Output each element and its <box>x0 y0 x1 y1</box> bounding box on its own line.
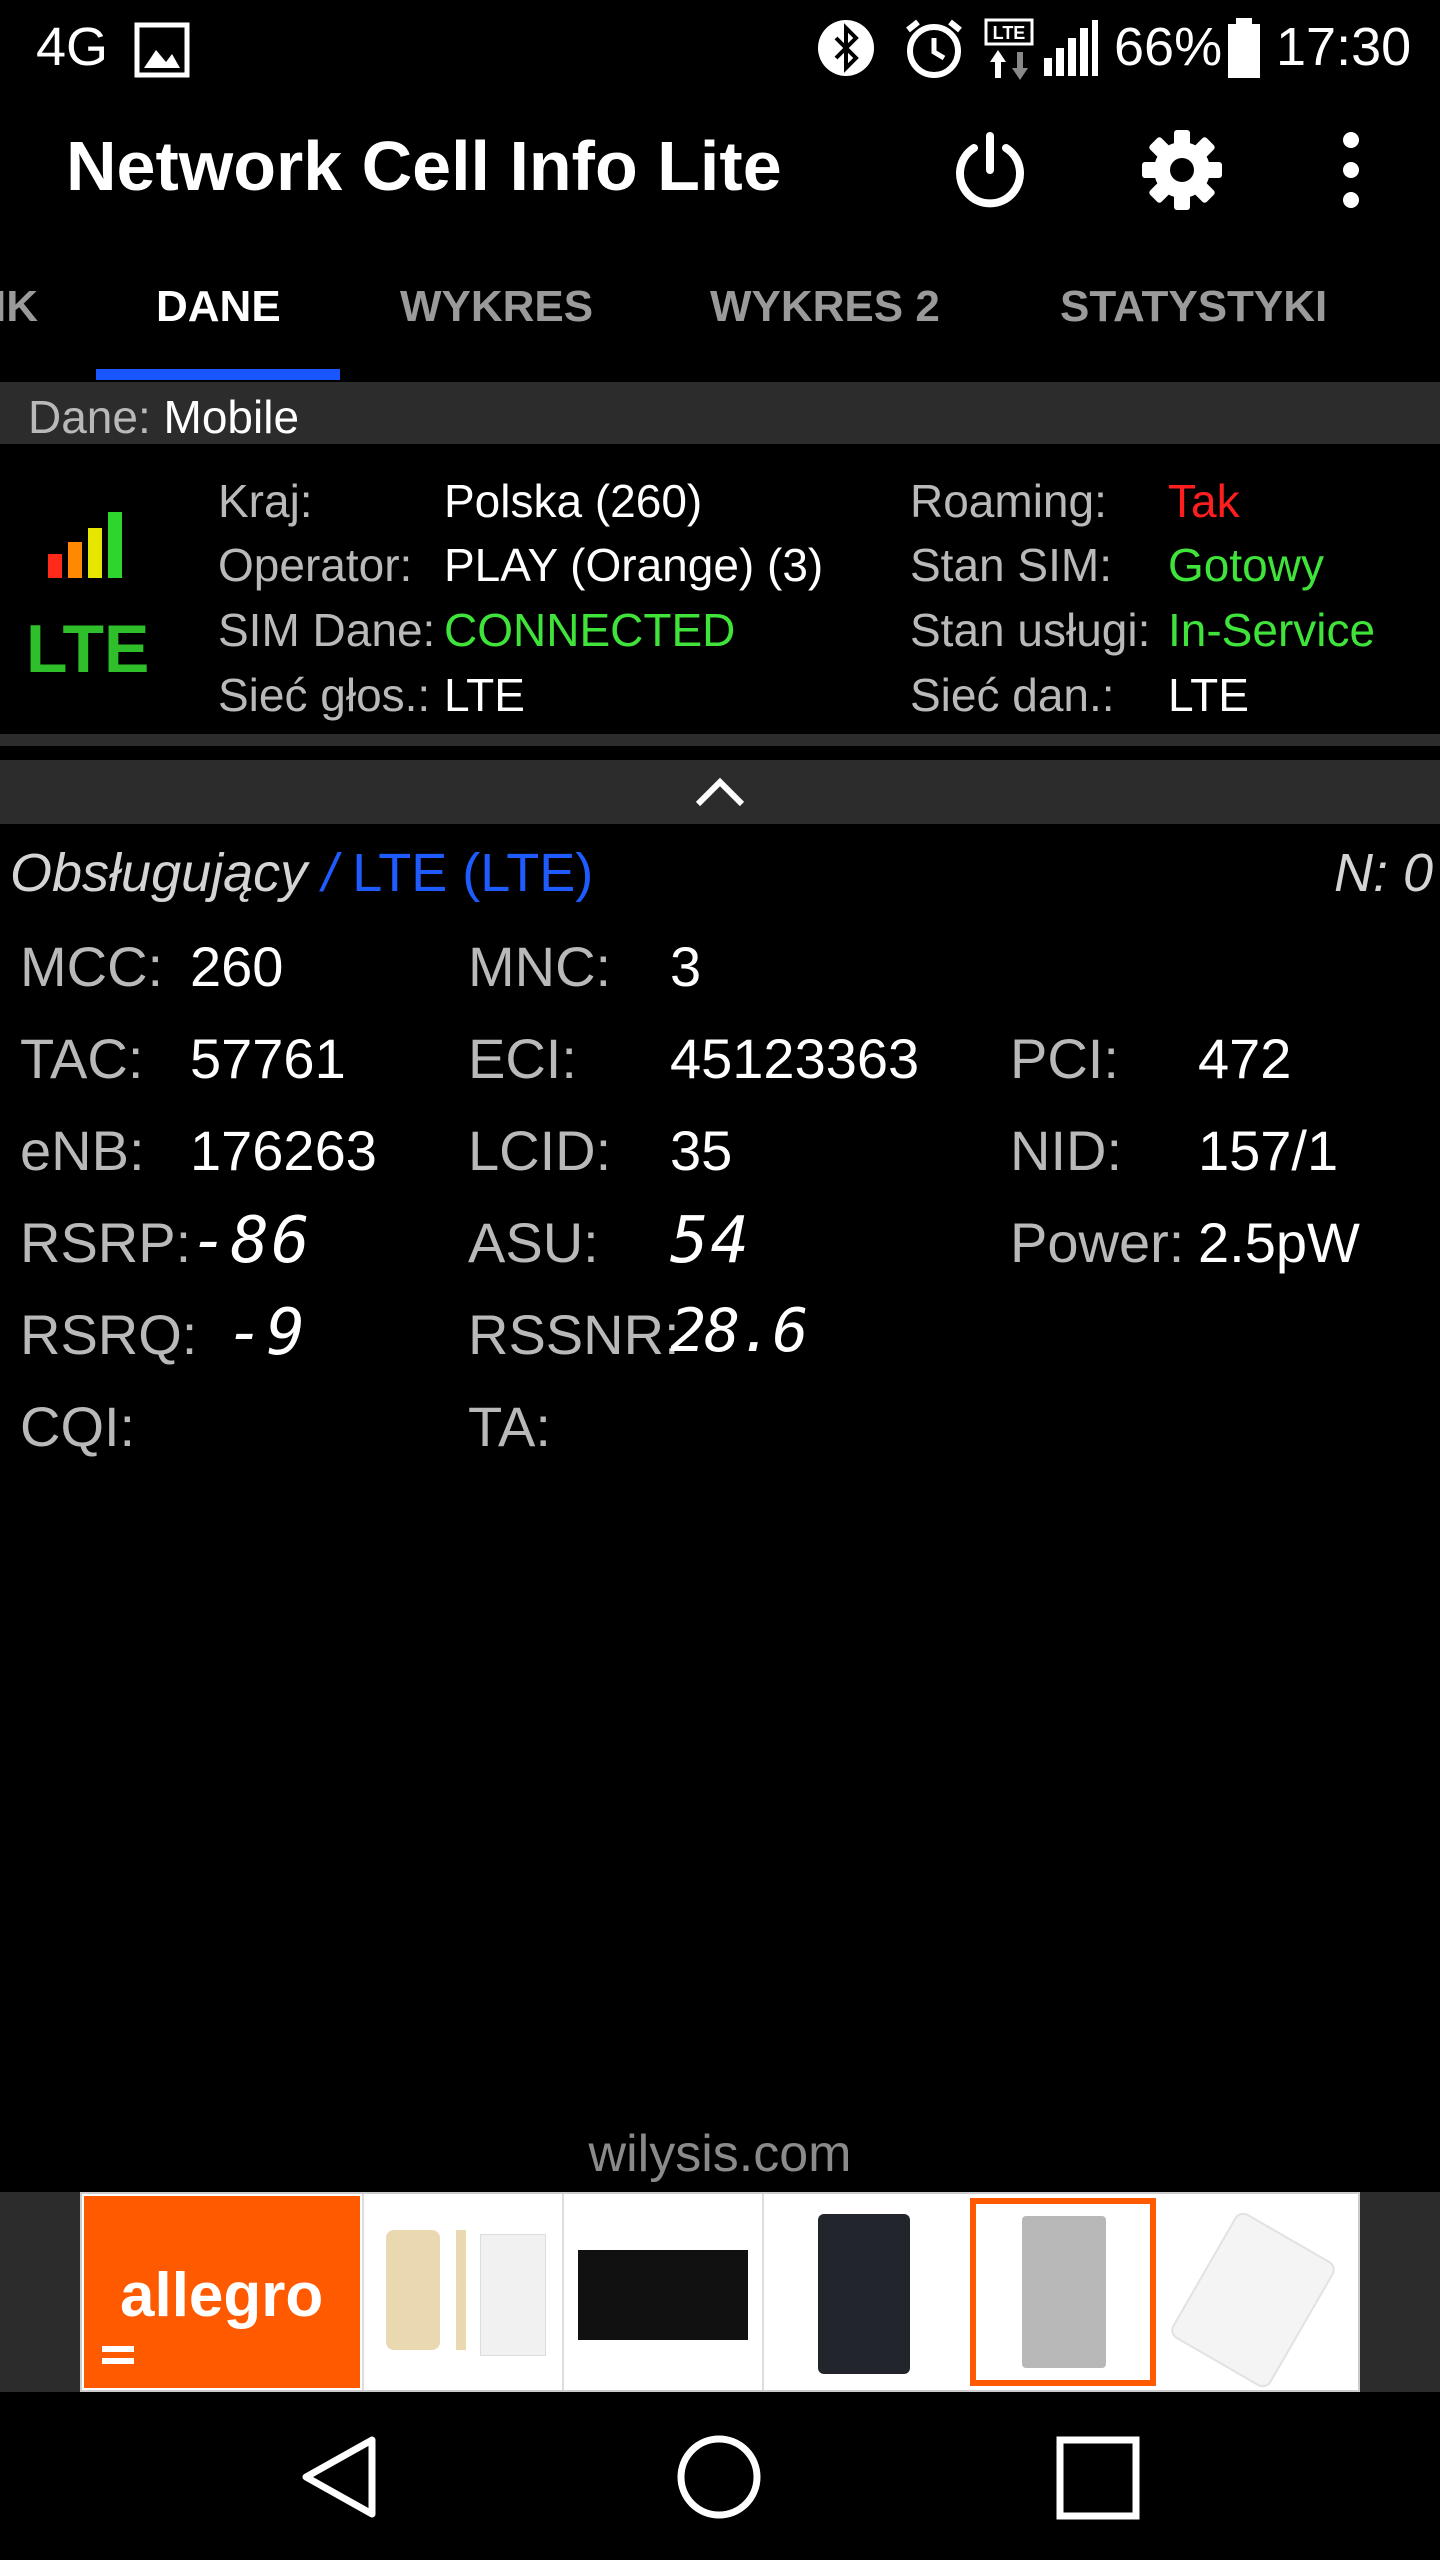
power-value: 2.5pW <box>1198 1211 1360 1274</box>
signal-strength-icon <box>48 512 122 578</box>
battery-percent: 66% <box>1114 17 1223 77</box>
ad-phone-image <box>386 2230 440 2350</box>
ad-menu-line-1 <box>102 2346 134 2352</box>
ad-phone-side <box>456 2230 466 2350</box>
eci-value: 45123363 <box>670 1027 920 1090</box>
enb-value: 176263 <box>190 1119 377 1182</box>
status-bar: 4G LTE 66% 17:30 <box>0 0 1440 100</box>
svg-text:LTE: LTE <box>993 23 1026 43</box>
siec-dan-value: LTE <box>1168 669 1249 721</box>
ad-menu-line-2 <box>102 2358 134 2364</box>
tab-statystyki[interactable]: STATYSTYKI <box>1060 282 1327 332</box>
ad-product-phone[interactable] <box>362 2194 564 2390</box>
ad-product-powerbank-silver[interactable] <box>970 2198 1156 2386</box>
signal-icon <box>1044 20 1098 76</box>
chevron-up-icon[interactable] <box>694 776 746 808</box>
serving-separator: / <box>307 843 353 903</box>
nid-value: 157/1 <box>1198 1119 1339 1182</box>
ad-monitor-image <box>578 2250 748 2340</box>
stan-uslugi-label: Stan usługi: <box>910 604 1151 656</box>
ad-product-monitor[interactable] <box>562 2194 764 2390</box>
siec-dan-label: Sieć dan.: <box>910 669 1115 721</box>
battery-icon <box>1228 18 1260 78</box>
serving-tech: LTE (LTE) <box>352 843 594 903</box>
mnc-value: 3 <box>670 935 702 998</box>
cqi-label: CQI: <box>20 1395 136 1458</box>
mcc-label: MCC: <box>20 935 164 998</box>
network-tech-badge: LTE <box>26 611 150 687</box>
ad-banner[interactable]: allegro <box>80 2192 1360 2392</box>
power-label: Power: <box>1010 1211 1185 1274</box>
roaming-value: Tak <box>1168 475 1240 527</box>
kraj-label: Kraj: <box>218 475 313 527</box>
ad-brand: allegro <box>120 2261 324 2330</box>
clock: 17:30 <box>1276 17 1412 77</box>
more-vert-icon[interactable] <box>1336 130 1366 210</box>
rssnr-label: RSSNR: <box>468 1303 680 1366</box>
pci-label: PCI: <box>1010 1027 1119 1090</box>
settings-gear-icon[interactable] <box>1140 128 1224 212</box>
image-icon <box>134 22 190 78</box>
tac-value: 57761 <box>190 1027 346 1090</box>
operator-label: Operator: <box>218 539 413 591</box>
lcid-value: 35 <box>670 1119 733 1182</box>
rsrp-label: RSRP: <box>20 1211 192 1274</box>
pci-value: 472 <box>1198 1027 1292 1090</box>
ad-product-powerbank-white[interactable] <box>1162 2194 1358 2391</box>
recents-icon[interactable] <box>1056 2436 1140 2520</box>
siec-glos-label: Sieć głos.: <box>218 669 431 721</box>
alarm-icon <box>906 19 962 78</box>
ad-powerbank-dark-image <box>818 2214 910 2374</box>
tab-dane[interactable]: DANE <box>156 282 281 332</box>
data-type-value: Mobile <box>163 391 300 443</box>
bluetooth-icon <box>818 20 874 76</box>
app-title: Network Cell Info Lite <box>66 127 782 205</box>
data-type-label: Dane: <box>28 391 151 443</box>
siec-glos-value: LTE <box>444 669 525 721</box>
asu-label: ASU: <box>468 1211 599 1274</box>
rsrq-value: -9 <box>226 1296 308 1370</box>
ad-powerbank-white-image <box>1167 2209 1339 2391</box>
stan-sim-label: Stan SIM: <box>910 539 1112 591</box>
sim-dane-label: SIM Dane: <box>218 604 436 656</box>
neighbor-count: N: 0 <box>1334 843 1434 903</box>
mcc-value: 260 <box>190 935 284 998</box>
stan-sim-value: Gotowy <box>1168 539 1324 591</box>
back-icon[interactable] <box>296 2432 386 2522</box>
ad-brand-tile[interactable]: allegro <box>84 2196 360 2388</box>
ad-powerbank-silver-image <box>1022 2216 1106 2368</box>
stan-uslugi-value: In-Service <box>1168 604 1376 656</box>
nid-label: NID: <box>1010 1119 1122 1182</box>
rssnr-value: 28.6 <box>670 1296 808 1366</box>
ad-phone-box <box>480 2234 546 2356</box>
rsrp-value: -86 <box>190 1204 312 1278</box>
ad-product-powerbank-dark[interactable] <box>762 2194 964 2390</box>
section-divider <box>0 734 1440 746</box>
operator-value: PLAY (Orange) (3) <box>444 539 824 591</box>
serving-header: Obsługujący / LTE (LTE) <box>10 842 593 904</box>
lcid-label: LCID: <box>468 1119 612 1182</box>
tab-wykres[interactable]: WYKRES <box>400 282 593 332</box>
sim-dane-value: CONNECTED <box>444 604 736 656</box>
mnc-label: MNC: <box>468 935 612 998</box>
tab-partial[interactable]: IK <box>0 282 38 332</box>
serving-title: Obsługujący <box>10 843 308 903</box>
active-tab-indicator <box>96 369 340 380</box>
eci-label: ECI: <box>468 1027 577 1090</box>
lte-data-icon: LTE <box>984 18 1034 80</box>
home-icon[interactable] <box>674 2432 764 2522</box>
tac-label: TAC: <box>20 1027 144 1090</box>
asu-value: 54 <box>670 1204 752 1278</box>
roaming-label: Roaming: <box>910 475 1107 527</box>
footer-site[interactable]: wilysis.com <box>0 2124 1440 2184</box>
rsrq-label: RSRQ: <box>20 1303 198 1366</box>
kraj-value: Polska (260) <box>444 475 703 527</box>
network-type-indicator: 4G <box>36 17 109 77</box>
tab-wykres-2[interactable]: WYKRES 2 <box>710 282 940 332</box>
ta-label: TA: <box>468 1395 551 1458</box>
enb-label: eNB: <box>20 1119 145 1182</box>
data-type-row: Dane: Mobile <box>28 390 299 444</box>
power-icon[interactable] <box>950 130 1030 210</box>
